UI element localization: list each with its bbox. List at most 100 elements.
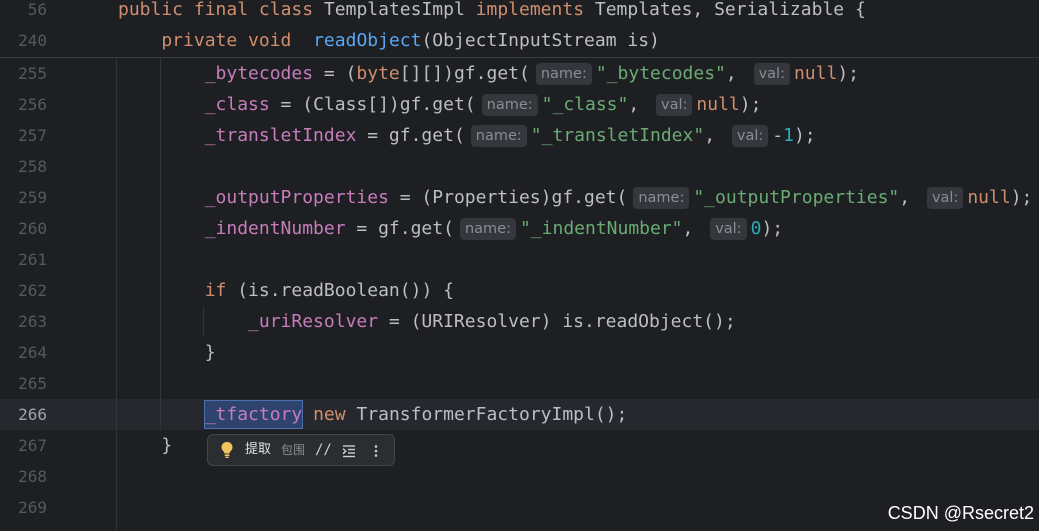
- code-token: null: [793, 63, 838, 84]
- line-number[interactable]: 264: [0, 337, 47, 368]
- code-line-258[interactable]: 258: [0, 151, 1039, 182]
- code-line-264[interactable]: 264}: [0, 337, 1039, 368]
- inlay-hint: name:: [633, 187, 690, 209]
- code-line-259[interactable]: 259 _outputProperties = (Properties)gf.ge…: [0, 182, 1039, 213]
- inlay-hint: val:: [710, 218, 747, 240]
- reformat-indent-icon[interactable]: [342, 443, 356, 458]
- comment-line-button[interactable]: //: [315, 435, 332, 465]
- code-token: "_transletIndex": [530, 125, 705, 146]
- code-token: TemplatesImpl: [313, 0, 476, 20]
- editor-body[interactable]: 255 _bytecodes = (byte[][])gf.get(name: "_…: [0, 0, 1039, 531]
- line-number[interactable]: 258: [0, 151, 47, 182]
- code-token: ,: [899, 187, 921, 208]
- code-token: );: [761, 218, 784, 239]
- code-line-266[interactable]: 266 _tfactory new TransformerFactoryImpl(…: [0, 399, 1039, 430]
- code-line-256[interactable]: 256 _class = (Class[])gf.get(name: "_class…: [0, 89, 1039, 120]
- code-editor[interactable]: 255 _bytecodes = (byte[][])gf.get(name: "_…: [0, 0, 1039, 531]
- watermark: CSDN @Rsecret2: [887, 503, 1034, 523]
- code-token: (is.readBoolean()) {: [226, 280, 454, 301]
- code-token: 1: [783, 125, 794, 146]
- code-text: _indentNumber = gf.get(name: "_indentNumb…: [118, 213, 1039, 244]
- line-number[interactable]: 267: [0, 430, 47, 461]
- sticky-scope-header[interactable]: 56 public final class TemplatesImpl imple…: [0, 0, 1039, 58]
- code-token: ,: [682, 218, 705, 239]
- code-token: _bytecodes: [204, 63, 314, 84]
- code-token: byte: [356, 63, 400, 84]
- extract-button[interactable]: 提取: [245, 435, 271, 465]
- code-token: public: [118, 0, 184, 20]
- code-line-262[interactable]: 262 if (is.readBoolean()) {: [0, 275, 1039, 306]
- lightbulb-icon[interactable]: [220, 441, 234, 459]
- code-token: = gf.get(: [345, 218, 454, 239]
- line-number[interactable]: 260: [0, 213, 47, 244]
- inlay-hint: val:: [656, 94, 693, 116]
- line-number[interactable]: 240: [0, 25, 47, 56]
- code-line-269[interactable]: 269: [0, 492, 1039, 523]
- code-text: public final class TemplatesImpl impleme…: [118, 0, 1039, 25]
- code-token: _outputProperties: [204, 187, 389, 208]
- line-number[interactable]: 269: [0, 492, 47, 523]
- code-token: [][])gf.get(: [399, 63, 530, 84]
- code-token: Templates, Serializable {: [584, 0, 866, 20]
- code-token: = (Properties)gf.get(: [388, 187, 628, 208]
- line-number[interactable]: 56: [0, 0, 47, 25]
- code-token: ,: [725, 63, 748, 84]
- code-token: = (Class[])gf.get(: [269, 94, 476, 115]
- code-text: _uriResolver = (URIResolver) is.readObje…: [118, 306, 1039, 337]
- line-number[interactable]: 266: [0, 399, 47, 430]
- code-token: = (: [313, 63, 357, 84]
- code-token: = (URIResolver) is.readObject();: [378, 311, 736, 332]
- inlay-hint: name:: [481, 94, 538, 116]
- code-token: readObject: [313, 30, 422, 51]
- more-options-icon[interactable]: [374, 443, 378, 457]
- code-token: _indentNumber: [204, 218, 346, 239]
- code-token: final: [193, 0, 249, 20]
- code-token: );: [739, 94, 762, 115]
- line-number[interactable]: 256: [0, 89, 47, 120]
- code-token: null: [967, 187, 1011, 208]
- code-token: ,: [704, 125, 726, 146]
- code-token: null: [696, 94, 740, 115]
- surround-button[interactable]: 包围: [281, 435, 305, 465]
- code-text: }: [118, 337, 1039, 368]
- sticky-line-240[interactable]: 240 private void readObject(ObjectInputSt…: [0, 25, 1039, 56]
- floating-action-toolbar: 提取 包围 //: [207, 434, 395, 466]
- code-line-260[interactable]: 260 _indentNumber = gf.get(name: "_indentN…: [0, 213, 1039, 244]
- inlay-hint: name:: [459, 218, 516, 240]
- code-token: }: [204, 342, 216, 363]
- inlay-hint: name:: [535, 63, 592, 85]
- code-line-261[interactable]: 261: [0, 244, 1039, 275]
- line-number[interactable]: 265: [0, 368, 47, 399]
- line-number[interactable]: 257: [0, 120, 47, 151]
- line-number[interactable]: 262: [0, 275, 47, 306]
- code-token: implements: [475, 0, 585, 20]
- code-line-265[interactable]: 265: [0, 368, 1039, 399]
- line-number[interactable]: 261: [0, 244, 47, 275]
- sticky-line-56[interactable]: 56 public final class TemplatesImpl imple…: [0, 0, 1039, 25]
- code-token: _transletIndex: [204, 125, 357, 146]
- code-line-268[interactable]: 268: [0, 461, 1039, 492]
- line-number[interactable]: 255: [0, 58, 47, 89]
- code-line-257[interactable]: 257 _transletIndex = gf.get(name: "_transl…: [0, 120, 1039, 151]
- code-token: }: [161, 435, 173, 456]
- code-token: void: [248, 30, 292, 51]
- code-token: "_class": [541, 94, 629, 115]
- code-line-267[interactable]: 267}: [0, 430, 1039, 461]
- code-line-255[interactable]: 255 _bytecodes = (byte[][])gf.get(name: "_…: [0, 58, 1039, 89]
- code-text: _tfactory new TransformerFactoryImpl();: [118, 399, 1039, 430]
- line-number[interactable]: 259: [0, 182, 47, 213]
- line-number[interactable]: 268: [0, 461, 47, 492]
- code-token: _class: [204, 94, 270, 115]
- code-text: _outputProperties = (Properties)gf.get(n…: [118, 182, 1039, 213]
- code-token: new: [313, 404, 346, 425]
- code-token: TransformerFactoryImpl();: [345, 404, 628, 425]
- line-number[interactable]: 263: [0, 306, 47, 337]
- code-line-263[interactable]: 263 _uriResolver = (URIResolver) is.readO…: [0, 306, 1039, 337]
